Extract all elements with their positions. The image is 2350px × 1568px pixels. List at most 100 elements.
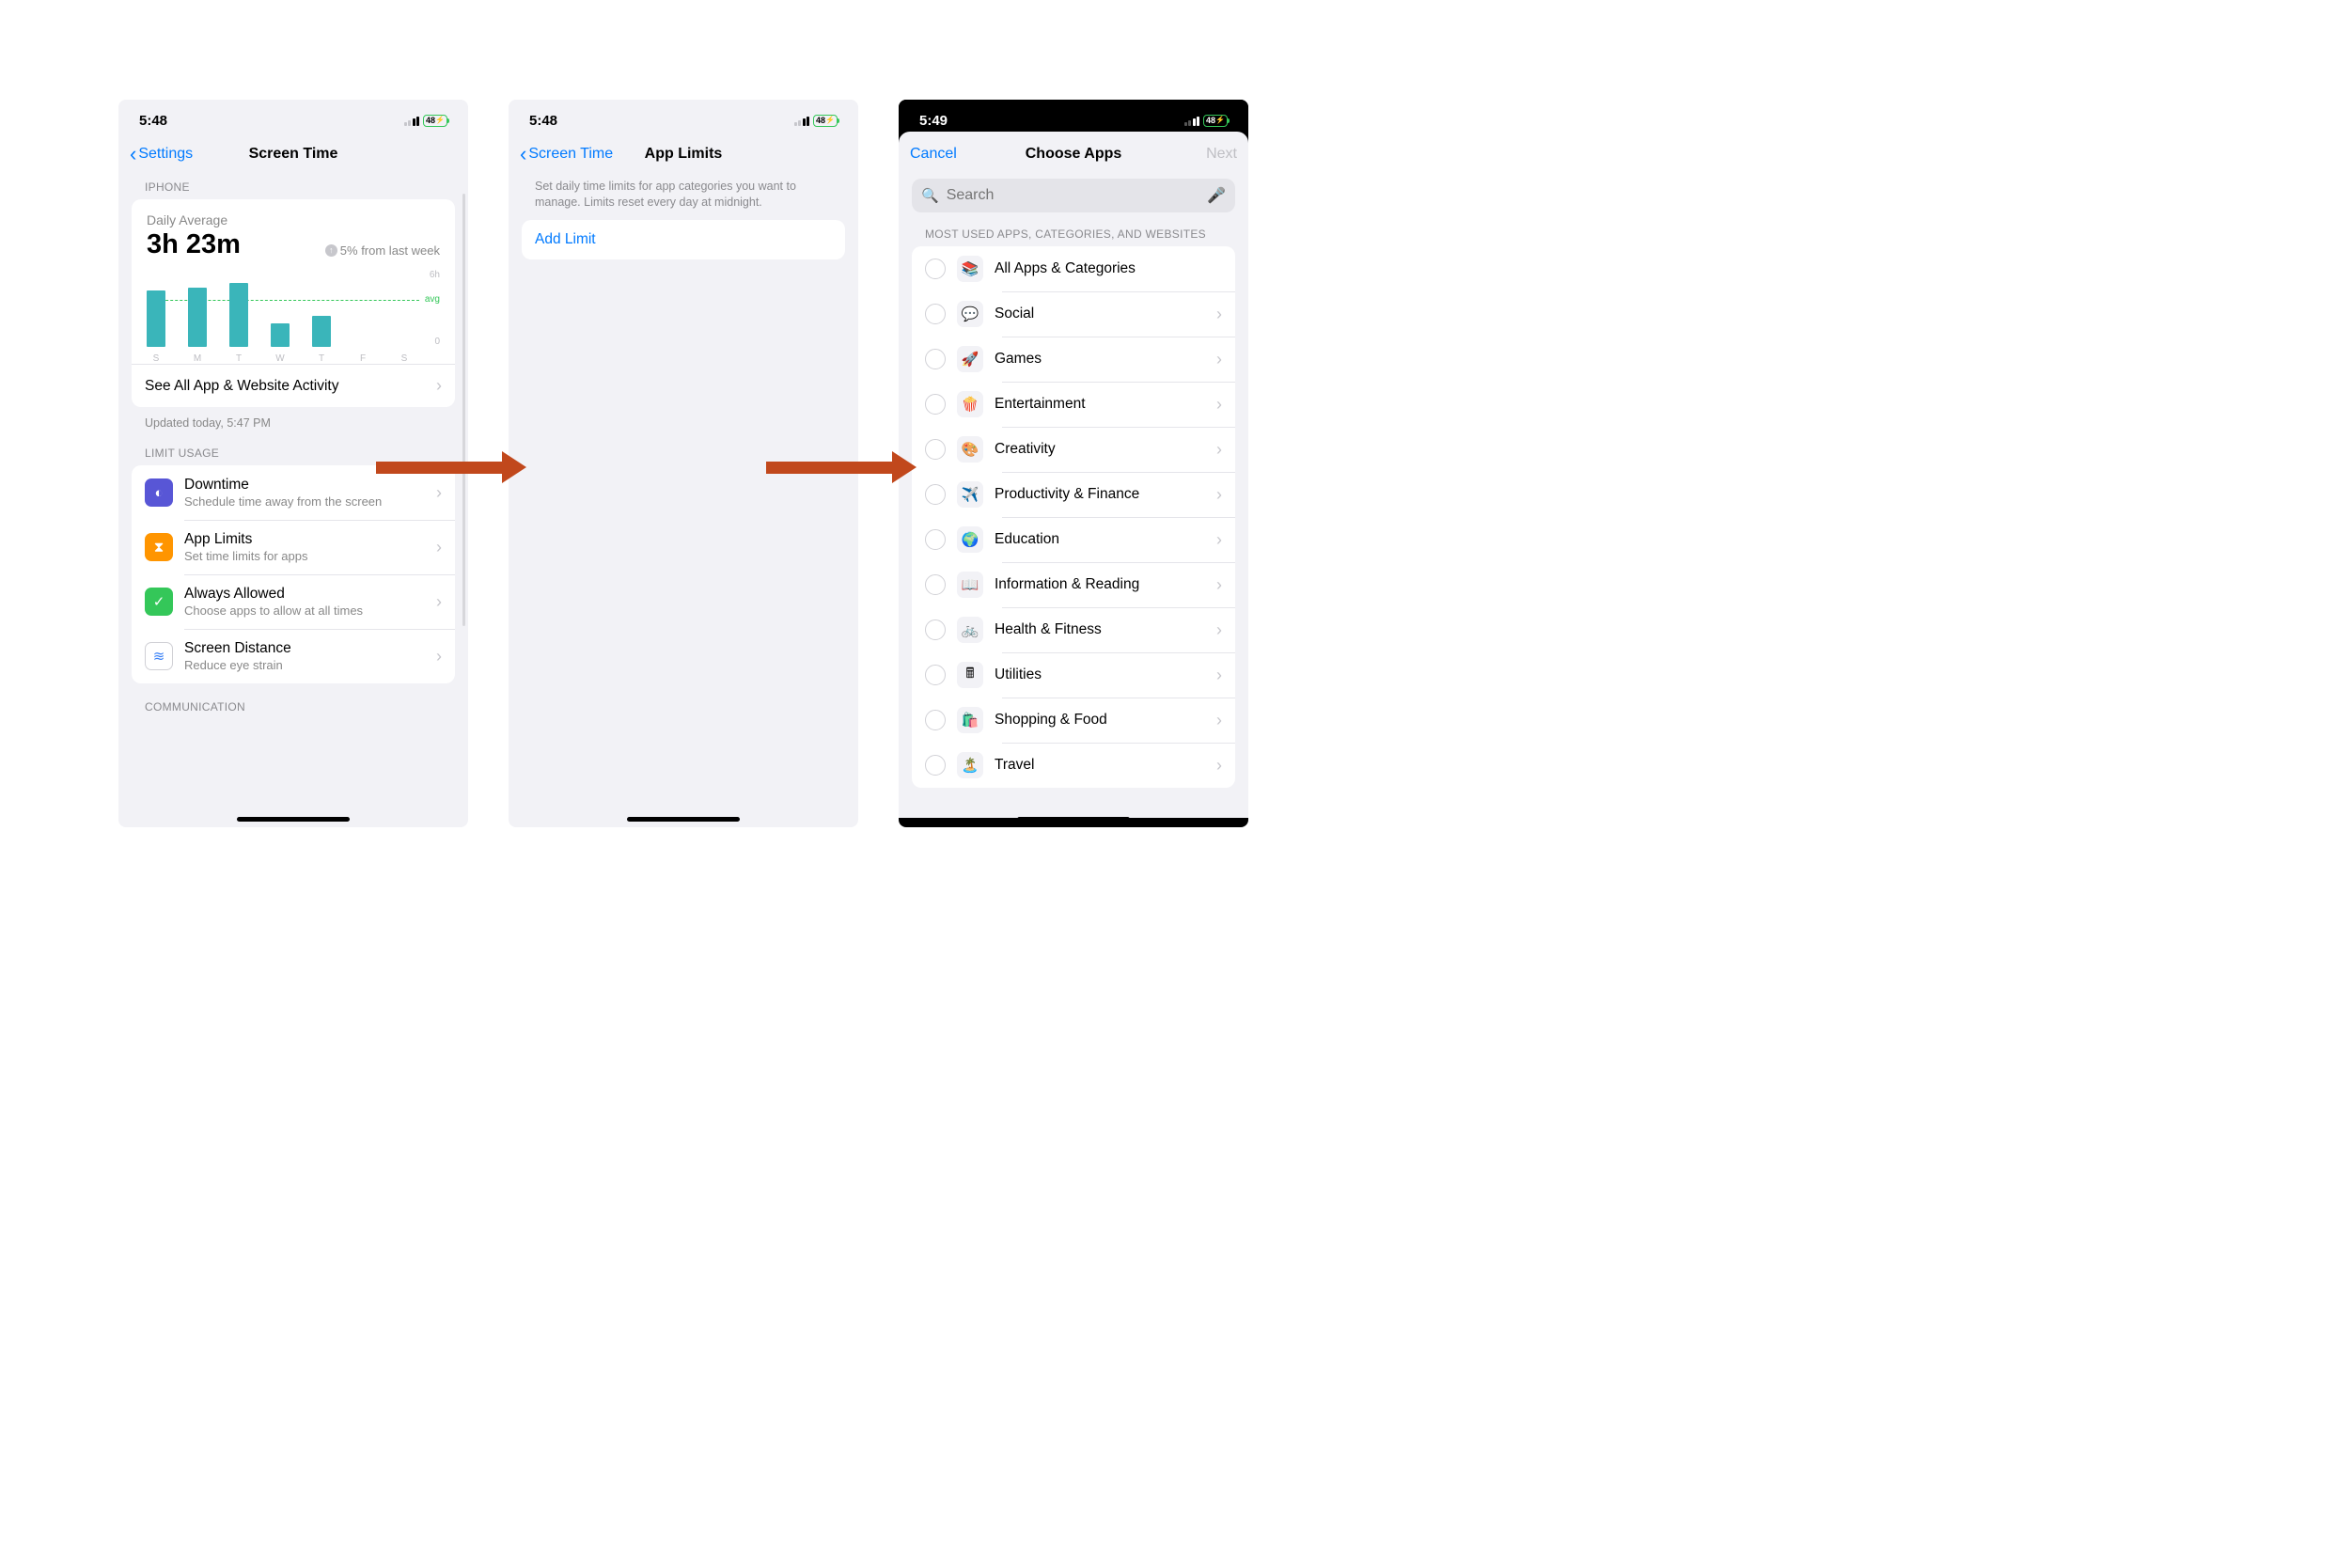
row-title: Downtime: [184, 477, 382, 494]
category-row[interactable]: 🍿Entertainment›: [912, 382, 1235, 427]
radio-unchecked-icon[interactable]: [925, 439, 946, 460]
settings-row[interactable]: ◐DowntimeSchedule time away from the scr…: [132, 465, 455, 520]
category-row[interactable]: 🖩Utilities›: [912, 652, 1235, 698]
category-label: Health & Fitness: [995, 621, 1102, 638]
category-row[interactable]: 🎨Creativity›: [912, 427, 1235, 472]
check-icon: ✓: [145, 588, 173, 616]
category-icon: 💬: [957, 301, 983, 327]
chevron-right-icon: ›: [1216, 350, 1222, 369]
category-row[interactable]: 📖 Information & Reading ›: [912, 562, 1235, 607]
section-header-iphone: IPHONE: [118, 173, 468, 199]
chart-x-label: F: [353, 353, 372, 364]
category-icon: 📚: [957, 256, 983, 282]
radio-unchecked-icon[interactable]: [925, 665, 946, 685]
see-all-activity-row[interactable]: See All App & Website Activity ›: [132, 364, 455, 407]
status-bar: 5:48 48⚡: [509, 100, 858, 135]
category-icon: 🎨: [957, 436, 983, 463]
limit-usage-list: ◐DowntimeSchedule time away from the scr…: [132, 465, 455, 683]
app-limits-screen: 5:48 48⚡ ‹Screen Time App Limits Set dai…: [509, 100, 858, 827]
category-list: 📚All Apps & Categories💬Social› 🚀 Games › 🍿En…: [912, 246, 1235, 788]
chart-bar: [147, 290, 165, 347]
category-row[interactable]: 🚲Health & Fitness›: [912, 607, 1235, 652]
distance-icon: ≋: [145, 642, 173, 670]
row-title: Screen Distance: [184, 640, 291, 657]
row-title: Always Allowed: [184, 586, 363, 603]
cellular-signal-icon: [1184, 116, 1200, 126]
home-indicator[interactable]: [627, 817, 740, 822]
category-label: Information & Reading: [995, 576, 1139, 593]
category-row[interactable]: 🚀 Games ›: [912, 337, 1235, 382]
nav-bar: ‹Settings Screen Time: [118, 135, 468, 173]
usage-bar-chart: 6h 0 avg SMTWTFS: [147, 270, 440, 364]
description-text: Set daily time limits for app categories…: [509, 173, 858, 220]
next-button[interactable]: Next: [1206, 146, 1237, 163]
category-label: Education: [995, 531, 1059, 548]
category-row[interactable]: ✈️Productivity & Finance›: [912, 472, 1235, 517]
daily-average-card: Daily Average 3h 23m ↑5% from last week …: [132, 199, 455, 407]
chevron-right-icon: ›: [436, 376, 442, 396]
status-bar: 5:48 48⚡: [118, 100, 468, 135]
row-subtitle: Choose apps to allow at all times: [184, 604, 363, 618]
category-row[interactable]: 💬Social›: [912, 291, 1235, 337]
chart-bar: [188, 288, 207, 347]
nav-bar: Cancel Choose Apps Next: [899, 135, 1248, 173]
category-row[interactable]: 🛍️Shopping & Food›: [912, 698, 1235, 743]
moon-icon: ◐: [145, 478, 173, 507]
category-label: Entertainment: [995, 396, 1086, 413]
cancel-button[interactable]: Cancel: [910, 146, 957, 163]
category-label: Games: [995, 351, 1042, 368]
radio-unchecked-icon[interactable]: [925, 619, 946, 640]
category-icon: 🚀: [957, 346, 983, 372]
settings-row[interactable]: ≋Screen DistanceReduce eye strain›: [132, 629, 455, 683]
back-button[interactable]: ‹Screen Time: [520, 142, 613, 166]
daily-average-value: 3h 23m: [147, 229, 241, 260]
radio-unchecked-icon[interactable]: [925, 259, 946, 279]
back-button[interactable]: ‹Settings: [130, 142, 193, 166]
chevron-left-icon: ‹: [520, 142, 526, 166]
settings-row[interactable]: ✓ Always AllowedChoose apps to allow at a…: [132, 574, 455, 629]
category-icon: 🚲: [957, 617, 983, 643]
category-icon: 📖: [957, 572, 983, 598]
chevron-left-icon: ‹: [130, 142, 136, 166]
status-time: 5:48: [139, 113, 167, 129]
category-label: Shopping & Food: [995, 712, 1107, 729]
category-label: Utilities: [995, 666, 1042, 683]
category-row[interactable]: 📚All Apps & Categories: [912, 246, 1235, 291]
chevron-right-icon: ›: [436, 592, 442, 612]
radio-unchecked-icon[interactable]: [925, 349, 946, 369]
search-icon: 🔍: [921, 187, 939, 204]
arrow-up-icon: ↑: [325, 244, 337, 257]
chevron-right-icon: ›: [1216, 305, 1222, 324]
radio-unchecked-icon[interactable]: [925, 755, 946, 776]
chart-x-label: T: [312, 353, 331, 364]
radio-unchecked-icon[interactable]: [925, 484, 946, 505]
radio-unchecked-icon[interactable]: [925, 710, 946, 730]
row-title: App Limits: [184, 531, 308, 548]
home-indicator[interactable]: [1017, 817, 1130, 822]
chart-bar: [229, 283, 248, 347]
add-limit-row[interactable]: Add Limit: [522, 220, 845, 259]
radio-unchecked-icon[interactable]: [925, 574, 946, 595]
battery-icon: 48⚡: [423, 115, 447, 127]
home-indicator[interactable]: [237, 817, 350, 822]
radio-unchecked-icon[interactable]: [925, 394, 946, 415]
scrollbar[interactable]: [462, 194, 465, 626]
search-input[interactable]: [945, 186, 1201, 205]
settings-row[interactable]: ⧗App LimitsSet time limits for apps›: [132, 520, 455, 574]
chevron-right-icon: ›: [1216, 666, 1222, 685]
search-field[interactable]: 🔍 🎤: [912, 179, 1235, 212]
category-row[interactable]: 🌍Education›: [912, 517, 1235, 562]
radio-unchecked-icon[interactable]: [925, 529, 946, 550]
chart-bar: [271, 323, 290, 347]
hourglass-icon: ⧗: [145, 533, 173, 561]
mic-icon[interactable]: 🎤: [1207, 186, 1226, 205]
category-icon: ✈️: [957, 481, 983, 508]
radio-unchecked-icon[interactable]: [925, 304, 946, 324]
chevron-right-icon: ›: [1216, 575, 1222, 595]
battery-icon: 48⚡: [1203, 115, 1228, 127]
category-row[interactable]: 🏝️Travel›: [912, 743, 1235, 788]
chevron-right-icon: ›: [1216, 530, 1222, 550]
updated-text: Updated today, 5:47 PM: [118, 407, 468, 430]
chart-x-label: S: [395, 353, 414, 364]
chart-x-label: M: [188, 353, 207, 364]
